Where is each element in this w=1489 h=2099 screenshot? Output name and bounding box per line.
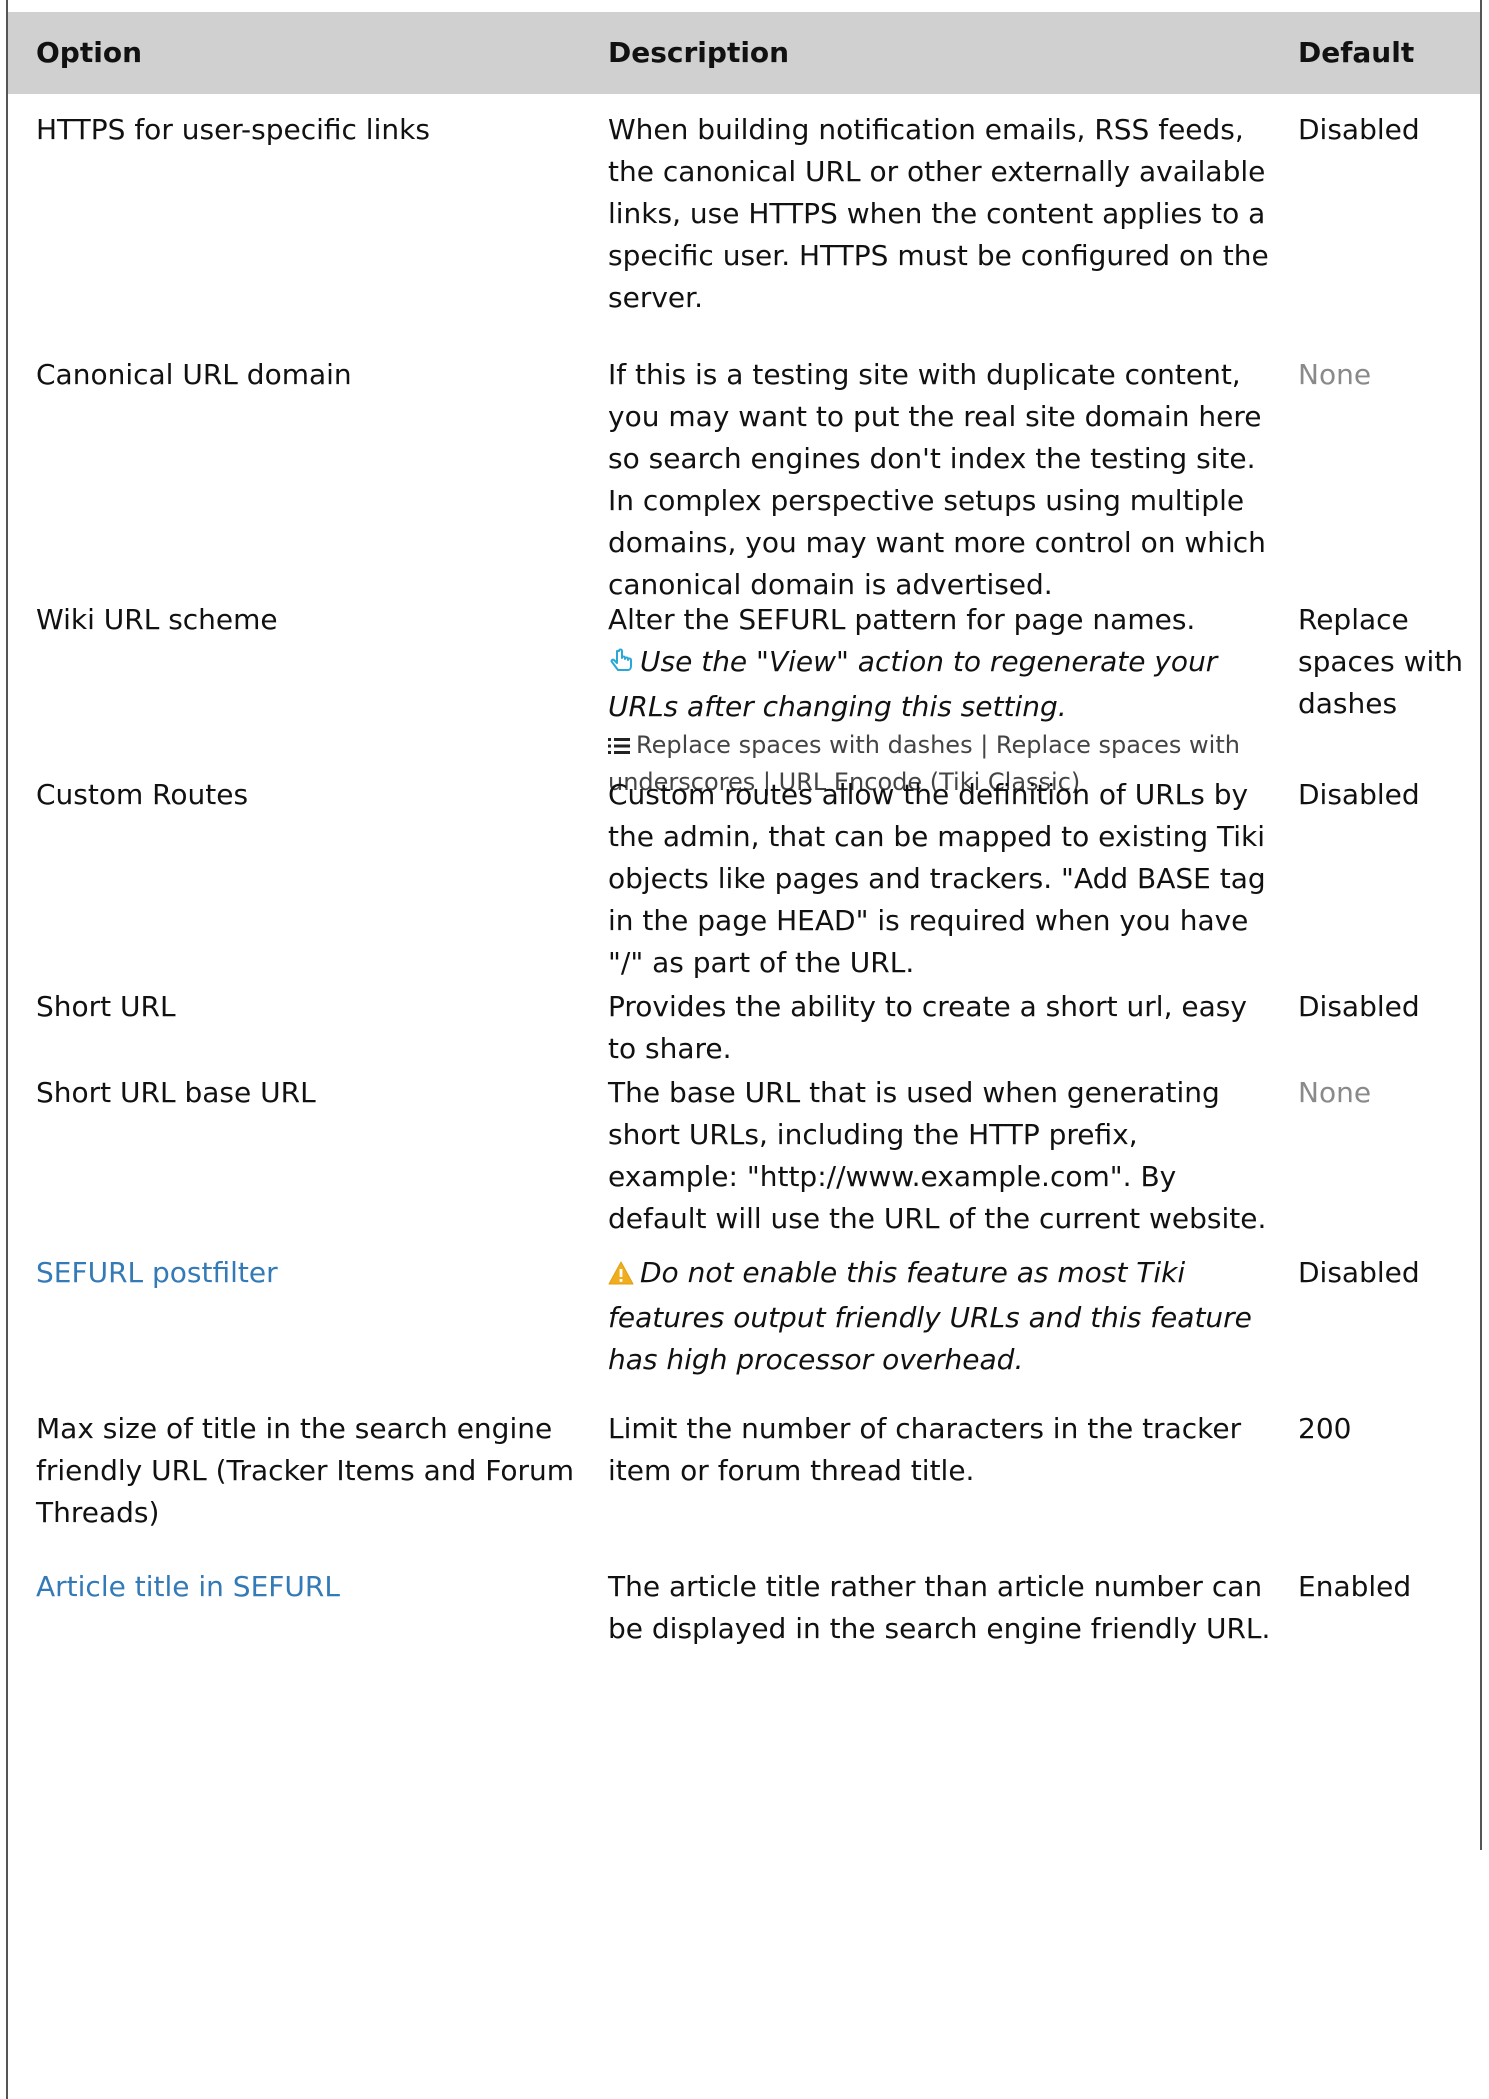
table-row: Max size of title in the search engine f… (8, 1408, 1480, 1566)
option-hint: Use the "View" action to regenerate your… (608, 645, 1218, 723)
option-name-link[interactable]: Article title in SEFURL (36, 1566, 596, 1608)
option-default: 200 (1298, 1412, 1352, 1445)
table-row: Article title in SEFURL The article titl… (8, 1566, 1480, 1706)
table-header: Option Description Default (8, 12, 1480, 94)
table-row: Short URL Provides the ability to create… (8, 986, 1480, 1072)
option-default: Disabled (1298, 113, 1420, 146)
option-name: HTTPS for user-specific links (36, 113, 430, 146)
option-default: Disabled (1298, 778, 1420, 811)
header-description: Description (608, 36, 790, 69)
option-name-link[interactable]: SEFURL postfilter (36, 1252, 596, 1294)
option-default: Replace spaces with dashes (1298, 603, 1464, 720)
frame-right-border (1480, 0, 1482, 1850)
table-row: Wiki URL scheme Alter the SEFURL pattern… (8, 599, 1480, 796)
table-row: Canonical URL domain If this is a testin… (8, 354, 1480, 601)
option-description: The base URL that is used when generatin… (608, 1076, 1267, 1235)
option-default: None (1298, 358, 1372, 391)
option-default: Disabled (1298, 1256, 1420, 1289)
table-row: Short URL base URL The base URL that is … (8, 1072, 1480, 1252)
warning-icon (608, 1255, 634, 1297)
option-warning: Do not enable this feature as most Tiki … (608, 1256, 1252, 1376)
header-option: Option (36, 36, 142, 69)
option-default: Enabled (1298, 1570, 1412, 1603)
table-row: HTTPS for user-specific links When build… (8, 109, 1480, 354)
option-description: The article title rather than article nu… (608, 1570, 1271, 1645)
list-icon (608, 731, 630, 765)
option-name: Short URL (36, 990, 176, 1023)
header-default: Default (1298, 36, 1415, 69)
option-name: Max size of title in the search engine f… (36, 1412, 575, 1529)
option-description: Alter the SEFURL pattern for page names. (608, 603, 1196, 636)
option-description: Limit the number of characters in the tr… (608, 1412, 1242, 1487)
option-description: When building notification emails, RSS f… (608, 113, 1269, 314)
option-name: Wiki URL scheme (36, 603, 278, 636)
option-default: Disabled (1298, 990, 1420, 1023)
table-row: SEFURL postfilter Do not enable this fea… (8, 1252, 1480, 1408)
option-description: Provides the ability to create a short u… (608, 990, 1247, 1065)
option-name: Canonical URL domain (36, 358, 352, 391)
pointing-hand-icon (608, 644, 634, 686)
option-name: Short URL base URL (36, 1076, 316, 1109)
option-description: If this is a testing site with duplicate… (608, 358, 1266, 601)
option-name: Custom Routes (36, 778, 249, 811)
table-row: Custom Routes Custom routes allow the de… (8, 774, 1480, 986)
option-description-block: Alter the SEFURL pattern for page names.… (608, 599, 1273, 799)
option-warning-block: Do not enable this feature as most Tiki … (608, 1252, 1273, 1381)
option-default: None (1298, 1076, 1372, 1109)
preferences-table: Option Description Default HTTPS for use… (8, 12, 1480, 1706)
option-description: Custom routes allow the definition of UR… (608, 778, 1266, 979)
